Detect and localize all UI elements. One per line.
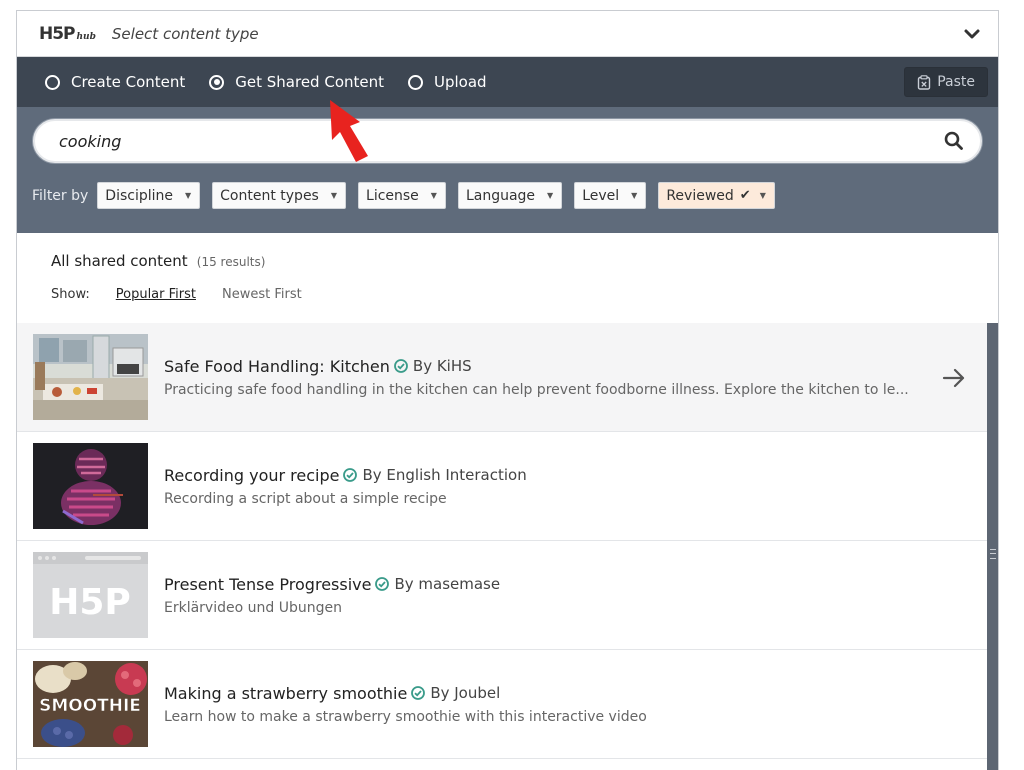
filter-language[interactable]: Language ▼ [457,182,563,209]
filter-label: Filter by [32,187,89,204]
filter-label-text: Content types [220,187,319,204]
chevron-down-icon[interactable] [962,24,982,44]
list-item[interactable]: SMOOTHIE Making a strawberry smoothie By… [17,650,987,759]
kitchen-thumbnail [33,334,148,420]
filter-label-text: License [366,187,419,204]
caret-down-icon: ▼ [330,191,338,200]
paste-button[interactable]: Paste [904,67,988,97]
item-author: By English Interaction [362,466,527,484]
filter-reviewed[interactable]: Reviewed ✔ ▼ [658,182,775,209]
item-title[interactable]: Safe Food Handling: Kitchen [164,357,390,376]
item-description: Practicing safe food handling in the kit… [164,381,909,398]
filter-license[interactable]: License ▼ [358,182,446,209]
clipboard-icon [918,74,931,90]
caret-down-icon: ▼ [430,191,437,200]
item-author: By Joubel [430,684,501,702]
hub-title: Select content type [111,24,259,43]
verified-check-icon [375,577,390,591]
h5p-thumb-text: H5P [49,582,131,623]
radio-icon[interactable] [408,74,423,90]
top-strip [0,0,1024,10]
item-author: By masemase [394,575,501,593]
item-author: By KiHS [412,357,472,375]
filter-row: Filter by Discipline ▼ Content types ▼ Lic… [32,182,982,209]
show-label: Show: [51,287,90,302]
results-header: All shared content (15 results) Show: Po… [17,233,998,324]
hub-header[interactable]: H5P hub Select content type [17,11,998,57]
verified-check-icon [411,686,426,700]
filter-label-text: Language [465,187,536,204]
filter-label-text: Level [582,187,620,204]
item-title[interactable]: Recording your recipe [164,466,339,485]
results-title: All shared content [51,252,188,270]
search-input[interactable] [59,131,944,151]
filter-level[interactable]: Level ▼ [574,182,647,209]
sort-newest-first[interactable]: Newest First [222,287,302,302]
verified-check-icon [343,468,358,482]
smoothie-thumbnail: SMOOTHIE [33,661,148,747]
search-icon[interactable] [944,131,964,151]
list-item[interactable]: H5P Present Tense Progressive By masemas… [17,541,987,650]
radio-selected-icon[interactable] [209,74,225,90]
verified-check-icon [394,359,408,373]
caret-down-icon: ▼ [759,191,766,200]
results-count: (15 results) [196,255,266,269]
tab-get-shared-content[interactable]: Get Shared Content [209,73,384,91]
item-title[interactable]: Present Tense Progressive [164,575,371,594]
tab-label: Get Shared Content [235,73,384,91]
h5p-placeholder-thumbnail: H5P [33,552,148,638]
tab-create-content[interactable]: Create Content [45,73,185,91]
item-description: Learn how to make a strawberry smoothie … [164,708,647,725]
item-description: Recording a script about a simple recipe [164,490,447,507]
h5p-hub-panel: H5P hub Select content type Create Conte… [16,10,999,770]
sort-popular-first[interactable]: Popular First [116,287,196,302]
radio-icon[interactable] [45,74,60,90]
list-item[interactable]: Recording your recipe By English Interac… [17,432,987,541]
filter-label-text: Discipline [105,187,173,204]
sort-row: Show: Popular First Newest First [51,287,998,302]
paste-label: Paste [937,74,975,90]
tab-label: Create Content [71,73,186,91]
scrollbar[interactable] [987,323,998,770]
smoothie-thumb-text: SMOOTHIE [39,696,141,716]
search-area: Filter by Discipline ▼ Content types ▼ Lic… [17,107,998,233]
list-item[interactable]: Safe Food Handling: Kitchen By KiHS Prac… [17,323,987,432]
caret-down-icon: ▼ [631,191,638,200]
word-cloud-thumbnail [33,443,148,529]
item-title[interactable]: Making a strawberry smoothie [164,684,407,703]
arrow-right-icon[interactable] [941,365,967,391]
search-box[interactable] [33,119,982,163]
tab-upload[interactable]: Upload [408,73,487,91]
h5p-hub-logo: H5P hub [39,24,96,44]
filter-label-text: Reviewed [666,187,734,204]
caret-down-icon: ▼ [185,191,192,200]
caret-down-icon: ▼ [547,191,554,200]
filter-content-types[interactable]: Content types ▼ [212,182,347,209]
filter-discipline[interactable]: Discipline ▼ [97,182,201,209]
logo-sub: hub [76,31,96,42]
scroll-grip-icon[interactable] [990,549,996,559]
logo-main: H5P [39,23,76,44]
tab-label: Upload [434,73,487,91]
item-description: Erklärvideo und Übungen [164,599,342,616]
checkmark-icon: ✔ [739,188,751,203]
results-list: Safe Food Handling: Kitchen By KiHS Prac… [17,323,987,770]
tabs-bar: Create Content Get Shared Content Upload… [17,57,998,107]
